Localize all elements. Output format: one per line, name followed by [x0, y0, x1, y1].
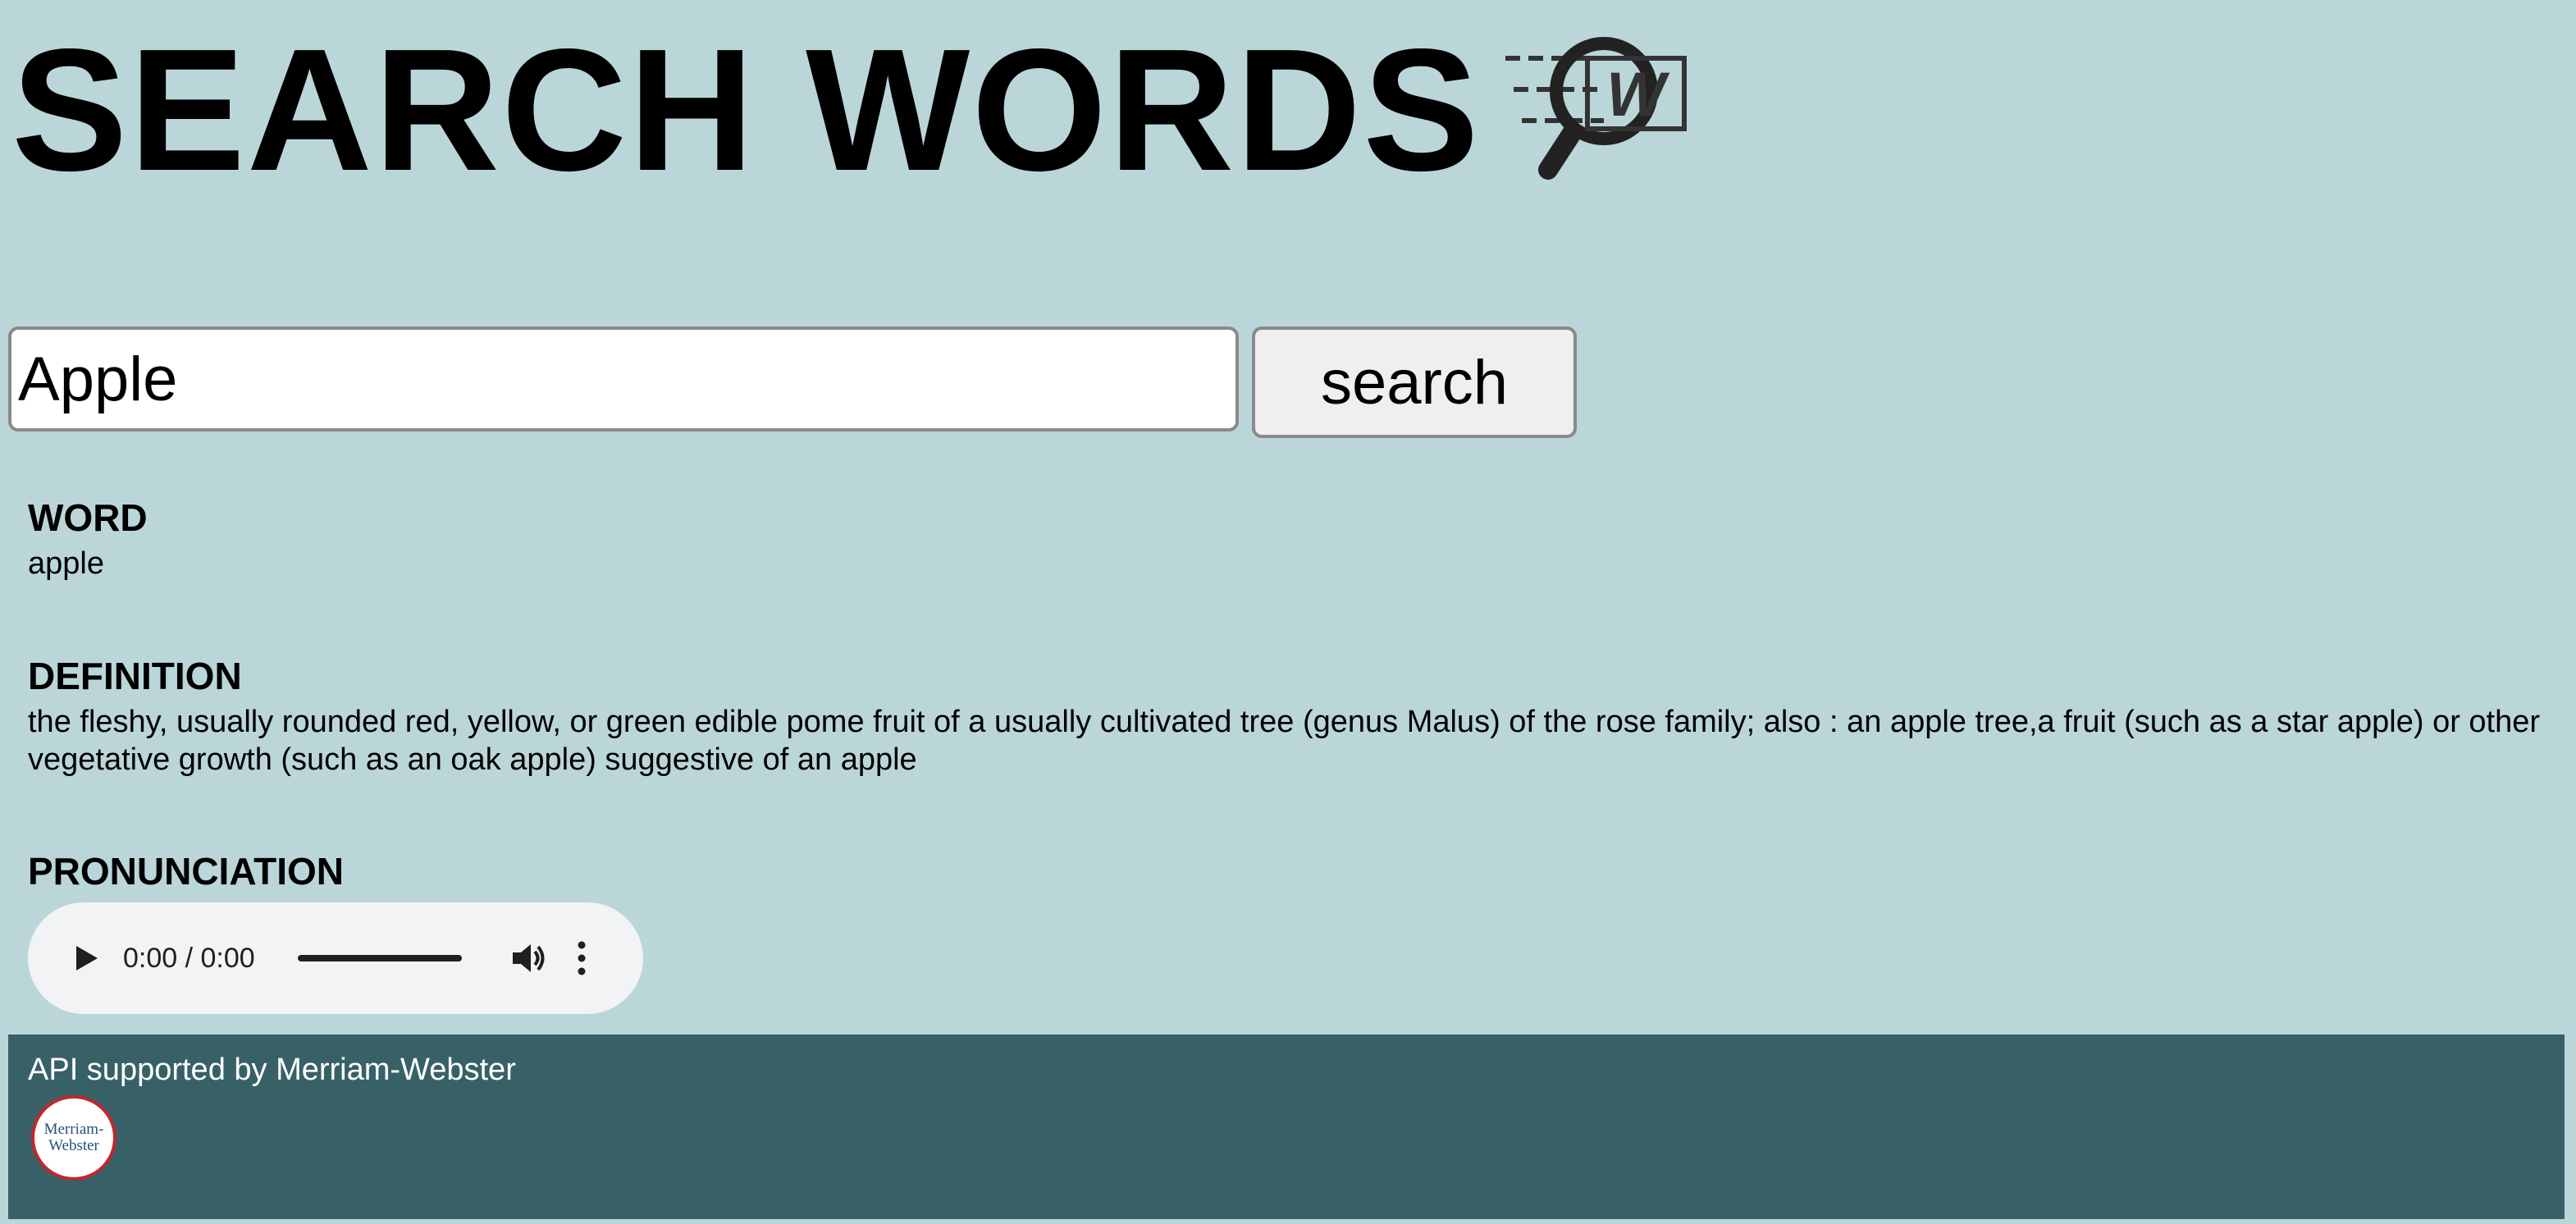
pronunciation-section: PRONUNCIATION — [28, 849, 344, 894]
word-value: apple — [28, 546, 104, 582]
search-bar: search — [8, 327, 1577, 438]
definition-label: DEFINITION — [28, 655, 242, 697]
more-options-icon[interactable] — [573, 940, 590, 976]
page-header: SEARCH WORDS W — [11, 23, 1694, 197]
definition-text: the fleshy, usually rounded red, yellow,… — [28, 705, 2541, 777]
merriam-webster-logo: Merriam- Webster — [31, 1095, 116, 1181]
svg-text:W: W — [1606, 60, 1670, 130]
magnifier-w-icon: W — [1505, 37, 1687, 180]
footer: API supported by Merriam-Webster Merriam… — [8, 1034, 2565, 1219]
word-section: WORD apple — [28, 496, 148, 583]
volume-icon[interactable] — [509, 939, 547, 977]
logo-line-1: Merriam- — [43, 1121, 104, 1139]
definition-section: DEFINITION the fleshy, usually rounded r… — [28, 654, 2555, 779]
footer-credit: API supported by Merriam-Webster — [28, 1053, 516, 1087]
audio-player: 0:00 / 0:00 — [28, 902, 643, 1014]
page-title: SEARCH WORDS — [11, 12, 1481, 207]
word-label: WORD — [28, 496, 148, 539]
audio-time: 0:00 / 0:00 — [123, 942, 255, 974]
audio-progress-slider[interactable] — [297, 955, 462, 961]
logo-line-2: Webster — [48, 1137, 99, 1154]
pronunciation-label: PRONUNCIATION — [28, 850, 345, 893]
play-icon[interactable] — [69, 940, 105, 976]
search-button[interactable]: search — [1252, 327, 1577, 438]
search-input[interactable] — [8, 327, 1239, 432]
